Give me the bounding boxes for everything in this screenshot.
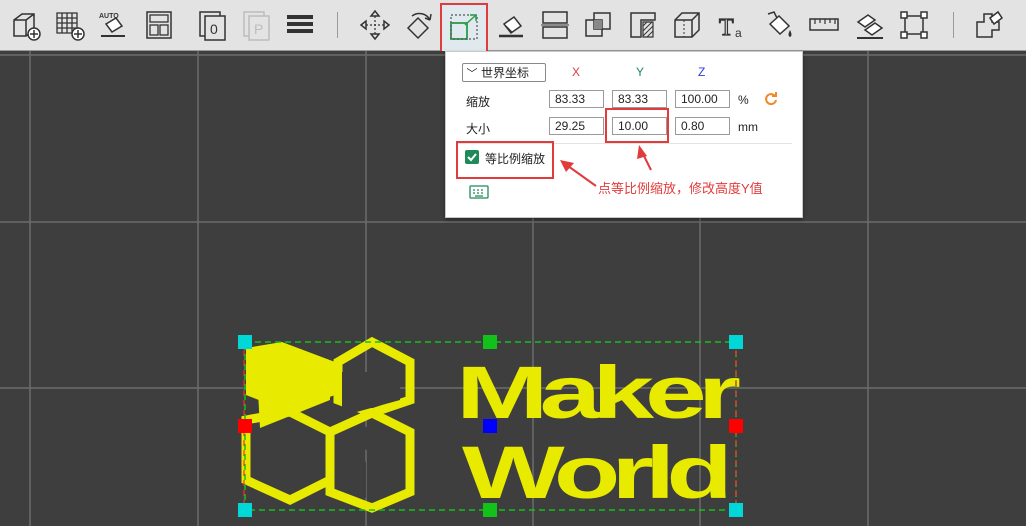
scale-handle-top-right[interactable] bbox=[729, 335, 743, 349]
scale-row-label: 缩放 bbox=[466, 95, 491, 109]
model-text-line2: World bbox=[462, 431, 727, 514]
coordinate-system-dropdown[interactable]: ﹀ 世界坐标 bbox=[462, 63, 546, 82]
keyboard-icon[interactable] bbox=[469, 185, 489, 199]
size-unit: mm bbox=[738, 120, 758, 134]
axis-z-header: Z bbox=[698, 65, 706, 79]
scale-handle-left-center[interactable] bbox=[238, 419, 252, 433]
highlight-uniform-scale-box bbox=[456, 141, 554, 179]
reset-icon[interactable] bbox=[764, 92, 778, 106]
size-z-input[interactable]: 0.80 bbox=[675, 117, 730, 135]
scale-handle-top-center[interactable] bbox=[483, 335, 497, 349]
coordinate-system-value: 世界坐标 bbox=[481, 66, 530, 80]
scale-handle-bottom-center[interactable] bbox=[483, 503, 497, 517]
chevron-down-icon: ﹀ bbox=[466, 67, 478, 80]
scale-handle-bottom-right[interactable] bbox=[729, 503, 743, 517]
highlight-size-y-box bbox=[605, 108, 669, 143]
scale-handle-right-center[interactable] bbox=[729, 419, 743, 433]
size-x-input[interactable]: 29.25 bbox=[549, 117, 604, 135]
scale-y-input[interactable]: 83.33 bbox=[612, 90, 667, 108]
annotation-text: 点等比例缩放，修改高度Y值 bbox=[598, 181, 763, 196]
axis-y-header: Y bbox=[636, 65, 645, 79]
scale-unit: % bbox=[738, 93, 749, 107]
scale-handle-center[interactable] bbox=[483, 419, 497, 433]
scale-z-input[interactable]: 100.00 bbox=[675, 90, 730, 108]
axis-x-header: X bbox=[572, 65, 581, 79]
scale-handle-bottom-left[interactable] bbox=[238, 503, 252, 517]
scale-x-input[interactable]: 83.33 bbox=[549, 90, 604, 108]
model-text-line1: Maker bbox=[456, 351, 740, 434]
size-row-label: 大小 bbox=[466, 122, 491, 136]
scale-handle-top-left[interactable] bbox=[238, 335, 252, 349]
